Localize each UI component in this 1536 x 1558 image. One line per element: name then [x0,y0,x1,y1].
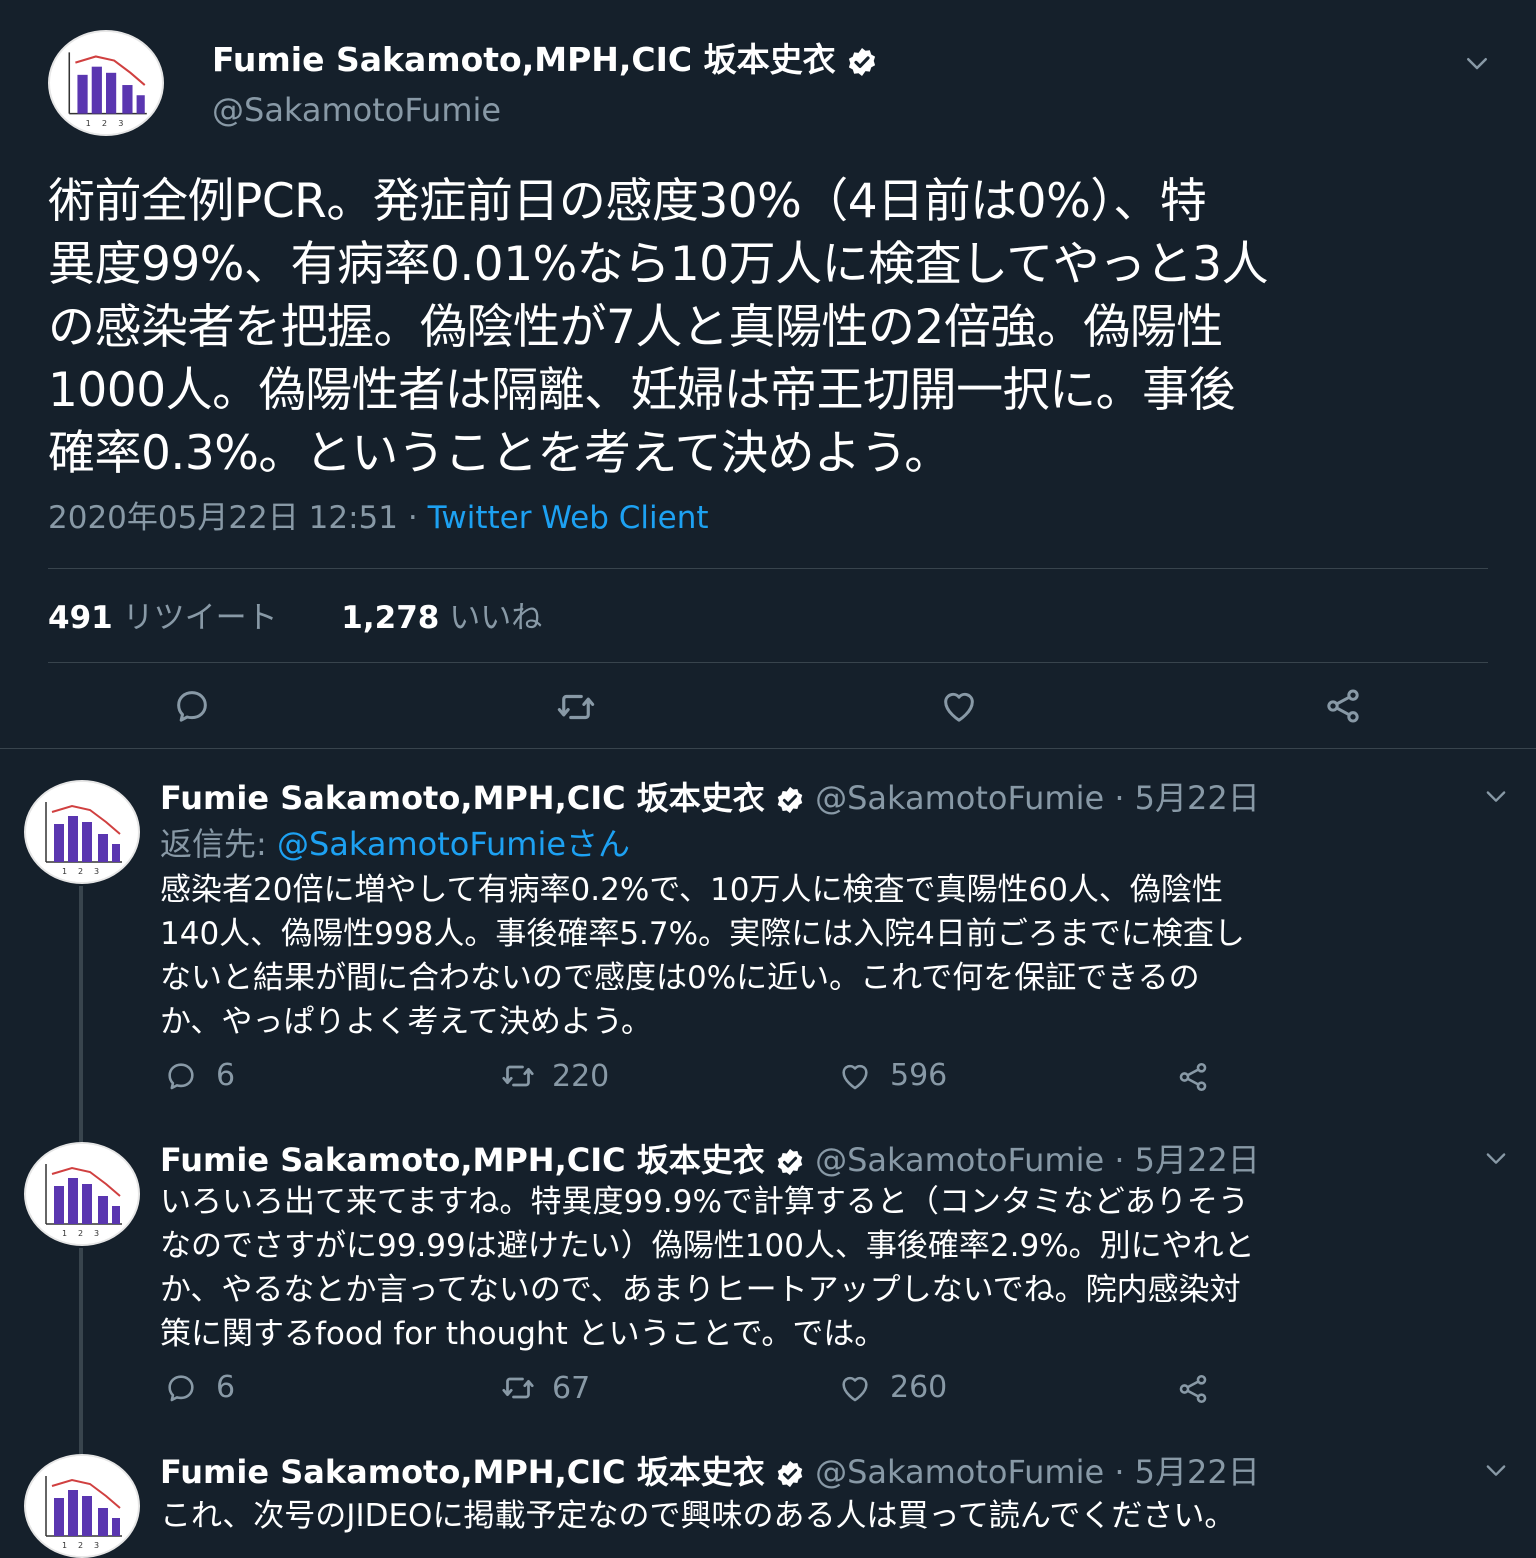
like-button[interactable] [939,686,979,726]
reply-icon [172,686,212,726]
tweet-timestamp[interactable]: 2020年05月22日 12:51 [48,500,398,536]
author-display-name[interactable]: Fumie Sakamoto,MPH,CIC 坂本史衣 [160,1141,765,1179]
author-avatar[interactable] [24,1142,140,1246]
like-count: 596 [890,1058,948,1093]
tweet-text-line: 1000人。偽陽性者は隔離、妊婦は帝王切開一択に。事後 [48,363,1236,418]
share-icon [1323,686,1363,726]
tweet-text-line: 術前全例PCR。発症前日の感度30%（4日前は0%）、特 [48,174,1207,229]
heart-icon [838,1371,872,1405]
reply-to-handle[interactable]: @SakamotoFumieさん [277,825,630,863]
reply-to-label: 返信先: [160,825,267,863]
like-button[interactable]: 596 [838,1058,947,1093]
divider [0,748,1536,749]
retweet-icon [500,1370,536,1406]
verified-badge-icon [846,46,878,78]
author-avatar[interactable] [48,30,164,136]
likes-stat[interactable]: 1,278 いいね [341,600,542,636]
reply-icon [164,1059,198,1093]
tweet-text: 術前全例PCR。発症前日の感度30%（4日前は0%）、特 異度99%、有病率0.… [48,170,1508,485]
retweet-button[interactable] [555,686,597,728]
tweet-date[interactable]: · 5月22日 [1114,1141,1259,1179]
tweet-text: 感染者20倍に増やして有病率0.2%で、10万人に検査で真陽性60人、偽陰性 1… [160,868,1245,1044]
divider [48,568,1488,569]
author-handle[interactable]: @SakamotoFumie [212,88,501,132]
retweets-count: 491 [48,600,113,636]
reply-count: 6 [216,1370,236,1405]
author-display-name[interactable]: Fumie Sakamoto,MPH,CIC 坂本史衣 [160,1453,765,1491]
retweet-count: 67 [552,1370,591,1406]
tweet-meta: 2020年05月22日 12:51 · Twitter Web Client [48,496,709,540]
author-avatar[interactable] [24,780,140,884]
author-handle[interactable]: @SakamotoFumie [815,1453,1104,1491]
author-handle[interactable]: @SakamotoFumie [815,1141,1104,1179]
verified-badge-icon [775,1459,805,1489]
heart-icon [838,1059,872,1093]
reply-header: Fumie Sakamoto,MPH,CIC 坂本史衣 @SakamotoFum… [160,776,1260,820]
avatar-chart-image [26,1456,138,1556]
chevron-down-icon[interactable] [1482,1456,1510,1484]
reply-button[interactable]: 6 [164,1058,235,1093]
share-icon [1176,1060,1210,1094]
tweet-stats: 491 リツイート 1,278 いいね [48,596,542,640]
tweet-text-line: 策に関するfood for thought ということで。では。 [160,1316,886,1352]
reply-header: Fumie Sakamoto,MPH,CIC 坂本史衣 @SakamotoFum… [160,1450,1260,1494]
tweet-date[interactable]: · 5月22日 [1114,779,1259,817]
like-count: 260 [890,1370,948,1405]
reply-button[interactable] [172,686,212,726]
tweet-text-line: か、やるなとか言ってないので、あまりヒートアップしないでね。院内感染対 [160,1272,1241,1308]
chevron-down-icon[interactable] [1462,48,1492,78]
meta-separator: · [407,500,418,536]
reply-header: Fumie Sakamoto,MPH,CIC 坂本史衣 @SakamotoFum… [160,1138,1260,1182]
tweet-text-line: なのでさすがに99.99は避けたい）偽陽性100人、事後確率2.9%。別にやれと [160,1228,1255,1264]
reply-icon [164,1371,198,1405]
chevron-down-icon[interactable] [1482,782,1510,810]
tweet-text-line: ないと結果が間に合わないので感度は0%に近い。これで何を保証できるの [160,960,1200,996]
share-button[interactable] [1176,1060,1210,1094]
heart-icon [939,686,979,726]
tweet-date[interactable]: · 5月22日 [1114,1453,1259,1491]
tweet-text-line: これ、次号のJIDEOに掲載予定なので興味のある人は買って読んでください。 [160,1498,1236,1534]
tweet-client-link[interactable]: Twitter Web Client [428,500,709,536]
like-button[interactable]: 260 [838,1370,947,1405]
retweet-count: 220 [552,1058,610,1094]
tweet-text-line: 140人、偽陽性998人。事後確率5.7%。実際には入院4日前ごろまでに検査し [160,916,1245,952]
tweet-text-line: の感染者を把握。偽陰性が7人と真陽性の2倍強。偽陽性 [48,300,1223,355]
share-button[interactable] [1323,686,1363,726]
retweets-label: リツイート [122,600,278,636]
author-display-name[interactable]: Fumie Sakamoto,MPH,CIC 坂本史衣 [160,779,765,817]
author-display-name[interactable]: Fumie Sakamoto,MPH,CIC 坂本史衣 [212,40,836,79]
reply-button[interactable]: 6 [164,1370,235,1405]
tweet-text-line: いろいろ出て来てますね。特異度99.9%で計算すると（コンタミなどありそう [160,1184,1249,1220]
chevron-down-icon[interactable] [1482,1144,1510,1172]
likes-label: いいね [449,600,543,636]
tweet-text: これ、次号のJIDEOに掲載予定なので興味のある人は買って読んでください。 [160,1494,1235,1538]
tweet-text-line: 異度99%、有病率0.01%なら10万人に検査してやっと3人 [48,237,1269,292]
divider [48,662,1488,663]
retweet-button[interactable]: 67 [500,1370,590,1406]
tweet-text-line: か、やっぱりよく考えて決めよう。 [160,1004,652,1040]
likes-count: 1,278 [341,600,440,636]
avatar-chart-image [26,1144,138,1244]
retweet-button[interactable]: 220 [500,1058,609,1094]
author-handle[interactable]: @SakamotoFumie [815,779,1104,817]
reply-to-line: 返信先: @SakamotoFumieさん [160,822,630,866]
tweet-text-line: 確率0.3%。ということを考えて決めよう。 [48,426,951,481]
reply-count: 6 [216,1058,236,1093]
thread-connector-line [79,886,83,1142]
retweets-stat[interactable]: 491 リツイート [48,600,287,636]
verified-badge-icon [775,785,805,815]
thread-connector-line [79,1248,83,1454]
share-button[interactable] [1176,1372,1210,1406]
avatar-chart-image [50,32,162,134]
avatar-chart-image [26,782,138,882]
share-icon [1176,1372,1210,1406]
tweet-text: いろいろ出て来てますね。特異度99.9%で計算すると（コンタミなどありそう なの… [160,1180,1255,1356]
retweet-icon [555,686,597,728]
verified-badge-icon [775,1147,805,1177]
author-avatar[interactable] [24,1454,140,1558]
tweet-text-line: 感染者20倍に増やして有病率0.2%で、10万人に検査で真陽性60人、偽陰性 [160,872,1223,908]
retweet-icon [500,1058,536,1094]
author-name-row[interactable]: Fumie Sakamoto,MPH,CIC 坂本史衣 [212,38,878,82]
